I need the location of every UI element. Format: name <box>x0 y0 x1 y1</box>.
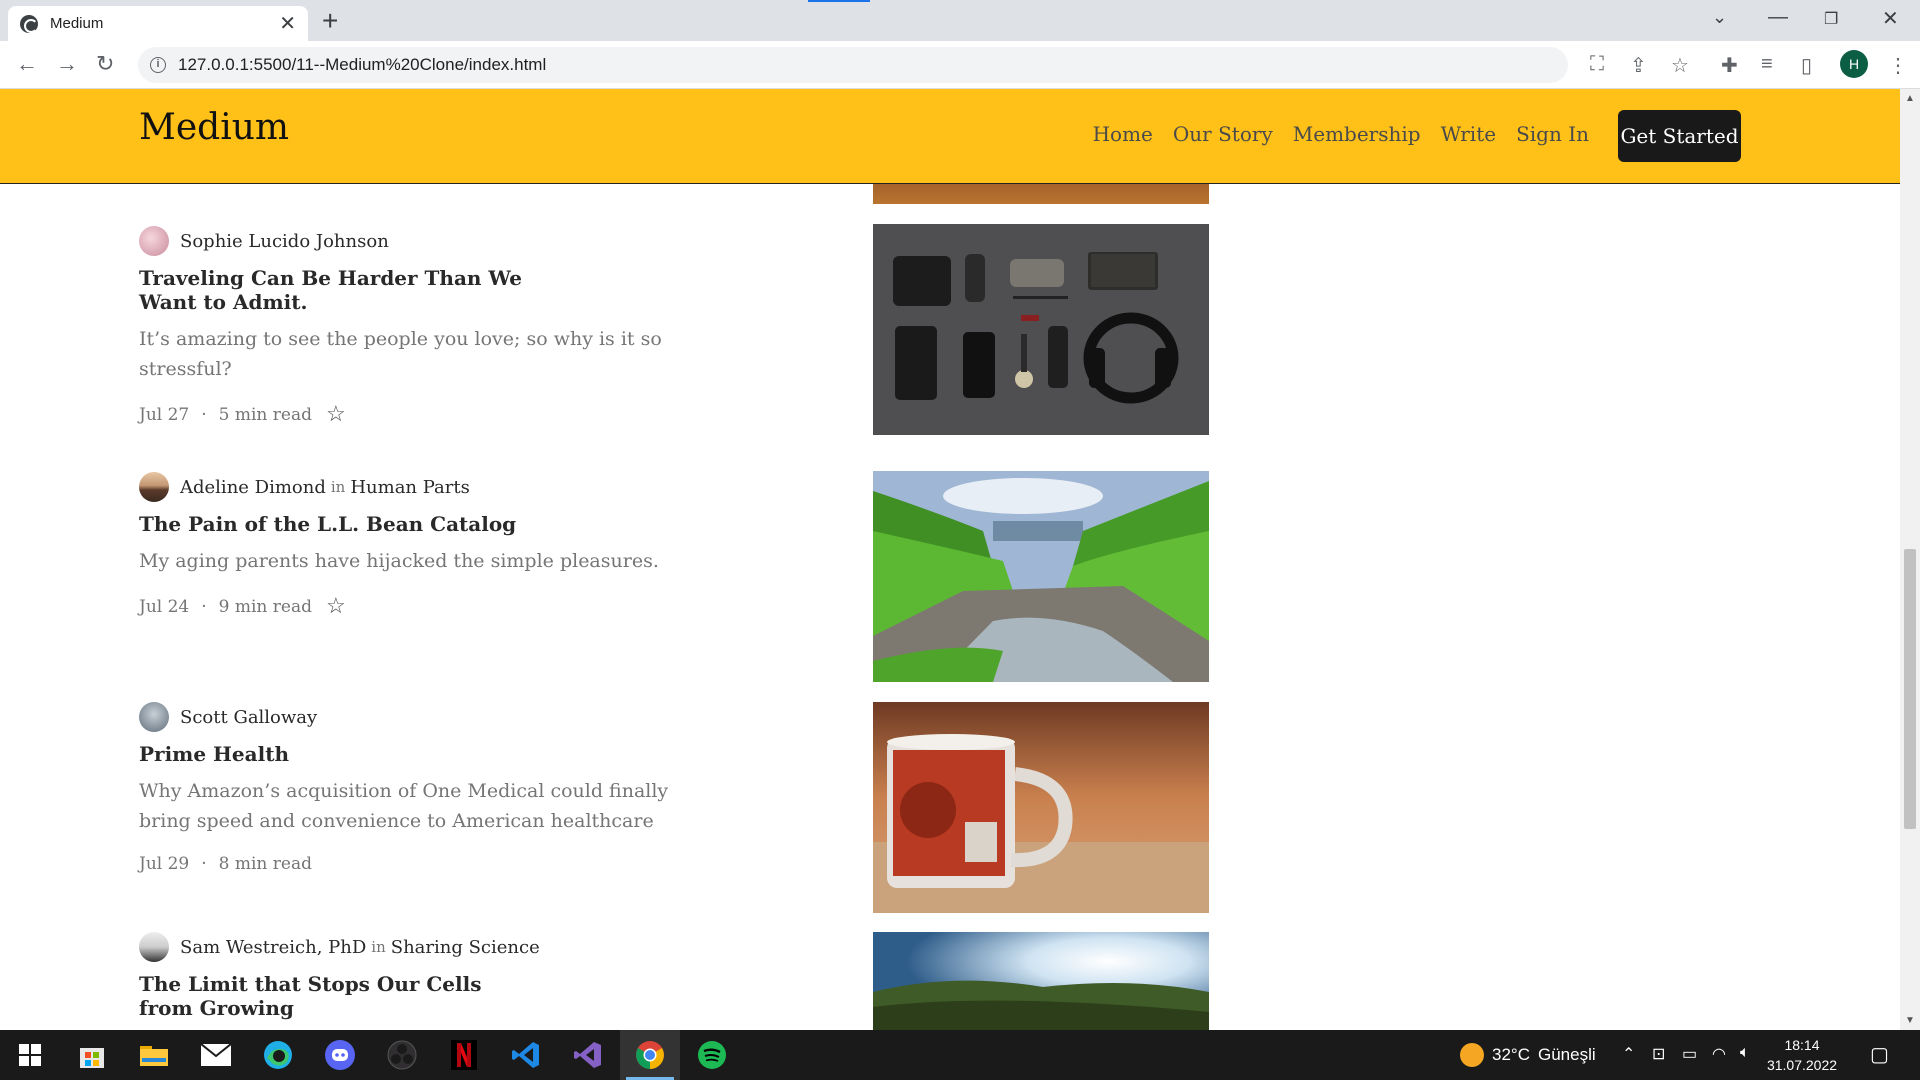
scroll-down-icon[interactable]: ▼ <box>1905 1015 1915 1026</box>
address-toolbar: ← → ↻ i 127.0.0.1:5500/11--Medium%20Clon… <box>0 41 1920 89</box>
author-name[interactable]: Scott Galloway <box>180 707 317 728</box>
windows-start-button[interactable] <box>0 1030 60 1080</box>
publication-name[interactable]: Human Parts <box>350 477 470 498</box>
browser-tab-strip: Medium ✕ + ⌄ — ❐ ✕ <box>0 0 1920 41</box>
article-excerpt[interactable]: It’s amazing to see the people you love;… <box>139 324 699 384</box>
site-logo[interactable]: Medium <box>139 107 289 148</box>
media-control-icon[interactable]: ≡ <box>1761 53 1773 76</box>
weather-widget[interactable]: 32°C Güneşli <box>1460 1043 1596 1067</box>
article-thumbnail[interactable] <box>873 224 1209 435</box>
publication-name[interactable]: Sharing Science <box>391 937 540 958</box>
clock-time: 18:14 <box>1784 1037 1820 1053</box>
tab-title: Medium <box>50 15 104 32</box>
spotify-icon[interactable] <box>682 1030 742 1080</box>
read-time: 5 min read <box>218 404 312 425</box>
article-title[interactable]: Traveling Can Be Harder Than We Want to … <box>139 266 559 314</box>
separator-dot: · <box>201 596 207 617</box>
battery-icon[interactable]: ▭ <box>1682 1044 1697 1064</box>
read-time: 9 min read <box>218 596 312 617</box>
nav-membership[interactable]: Membership <box>1293 122 1421 146</box>
article-title[interactable]: The Limit that Stops Our Cells from Grow… <box>139 972 519 1020</box>
menu-kebab-icon[interactable]: ⋮ <box>1888 53 1908 78</box>
author-avatar[interactable] <box>139 702 169 732</box>
share-icon[interactable]: ⇪ <box>1630 53 1647 78</box>
system-clock[interactable]: 18:14 31.07.2022 <box>1760 1035 1844 1075</box>
author-avatar[interactable] <box>139 472 169 502</box>
article-date: Jul 24 <box>139 596 190 617</box>
extensions-icon[interactable]: ✚ <box>1721 53 1738 78</box>
in-label: in <box>330 478 346 496</box>
notification-center-icon[interactable]: ▢ <box>1870 1042 1889 1067</box>
bookmark-star-icon[interactable]: ☆ <box>1671 53 1689 78</box>
scrollbar-thumb[interactable] <box>1904 549 1916 829</box>
netflix-icon[interactable] <box>434 1030 494 1080</box>
save-star-icon[interactable]: ☆ <box>326 594 346 619</box>
separator-dot: · <box>201 854 207 874</box>
article-excerpt[interactable]: Why Amazon’s acquisition of One Medical … <box>139 776 699 836</box>
in-label: in <box>371 938 386 956</box>
author-name[interactable]: Sam Westreich, PhD <box>180 937 366 958</box>
author-avatar[interactable] <box>139 932 169 962</box>
nav-sign-in[interactable]: Sign In <box>1516 122 1589 146</box>
back-button[interactable]: ← <box>16 51 38 77</box>
nav-write[interactable]: Write <box>1441 122 1497 146</box>
translate-icon[interactable]: ⛶ <box>1590 53 1604 76</box>
restore-button[interactable]: ❐ <box>1824 9 1838 29</box>
weather-description: Güneşli <box>1537 1045 1596 1064</box>
microsoft-store-icon[interactable] <box>62 1030 122 1080</box>
close-window-button[interactable]: ✕ <box>1882 6 1899 31</box>
reload-button[interactable]: ↻ <box>96 51 114 77</box>
profile-avatar[interactable]: H <box>1840 50 1868 78</box>
mail-icon[interactable] <box>186 1030 246 1080</box>
nav-home[interactable]: Home <box>1093 122 1153 146</box>
article-thumbnail[interactable] <box>873 184 1209 204</box>
clock-date: 31.07.2022 <box>1766 1057 1838 1073</box>
obs-studio-icon[interactable] <box>372 1030 432 1080</box>
discord-icon[interactable] <box>310 1030 370 1080</box>
volume-icon[interactable]: 🔈︎ <box>1740 1044 1750 1062</box>
new-tab-button[interactable]: + <box>322 7 338 35</box>
article-thumbnail[interactable] <box>873 932 1209 1030</box>
file-explorer-icon[interactable] <box>124 1030 184 1080</box>
show-hidden-icons-chevron-icon[interactable]: ⌃ <box>1622 1044 1635 1064</box>
sun-icon <box>1460 1043 1484 1067</box>
meet-now-icon[interactable]: ⊡ <box>1652 1044 1665 1064</box>
browser-tab[interactable]: Medium ✕ <box>8 6 308 41</box>
visual-studio-icon[interactable] <box>558 1030 618 1080</box>
tab-search-icon[interactable]: ⌄ <box>1712 7 1727 28</box>
site-info-icon[interactable]: i <box>150 57 166 73</box>
forward-button[interactable]: → <box>56 51 78 77</box>
nav-links: Home Our Story Membership Write Sign In <box>1093 122 1589 146</box>
author-name[interactable]: Sophie Lucido Johnson <box>180 231 389 252</box>
separator-dot: · <box>201 404 207 425</box>
author-name[interactable]: Adeline Dimond <box>180 477 326 498</box>
author-avatar[interactable] <box>139 226 169 256</box>
scroll-up-icon[interactable]: ▲ <box>1905 93 1915 104</box>
loading-indicator <box>808 0 870 2</box>
get-started-button[interactable]: Get Started <box>1618 110 1741 162</box>
article-thumbnail[interactable] <box>873 702 1209 913</box>
site-navbar: Medium Home Our Story Membership Write S… <box>0 89 1900 184</box>
address-bar[interactable]: i 127.0.0.1:5500/11--Medium%20Clone/inde… <box>138 47 1568 83</box>
nav-our-story[interactable]: Our Story <box>1173 122 1273 146</box>
chrome-icon[interactable] <box>620 1030 680 1080</box>
article-date: Jul 29 <box>139 854 190 874</box>
article-date: Jul 27 <box>139 404 190 425</box>
minimize-button[interactable]: — <box>1768 6 1788 29</box>
read-time: 8 min read <box>218 854 312 874</box>
page-viewport: Sophie Lucido Johnson Traveling Can Be H… <box>0 89 1900 1030</box>
close-tab-icon[interactable]: ✕ <box>279 14 296 34</box>
article-excerpt[interactable]: My aging parents have hijacked the simpl… <box>139 546 699 576</box>
url-text: 127.0.0.1:5500/11--Medium%20Clone/index.… <box>178 55 547 74</box>
side-panel-icon[interactable]: ▯ <box>1801 53 1812 78</box>
edge-browser-icon[interactable] <box>248 1030 308 1080</box>
vscode-icon[interactable] <box>496 1030 556 1080</box>
page-scrollbar[interactable]: ▲ ▼ <box>1900 89 1920 1030</box>
windows-taskbar: 32°C Güneşli ⌃ ⊡ ▭ ◠ 🔈︎ 18:14 31.07.2022… <box>0 1030 1920 1080</box>
article-thumbnail[interactable] <box>873 471 1209 682</box>
globe-icon <box>20 14 38 33</box>
wifi-icon[interactable]: ◠ <box>1712 1044 1726 1064</box>
save-star-icon[interactable]: ☆ <box>326 402 346 427</box>
weather-temperature: 32°C <box>1492 1045 1530 1064</box>
